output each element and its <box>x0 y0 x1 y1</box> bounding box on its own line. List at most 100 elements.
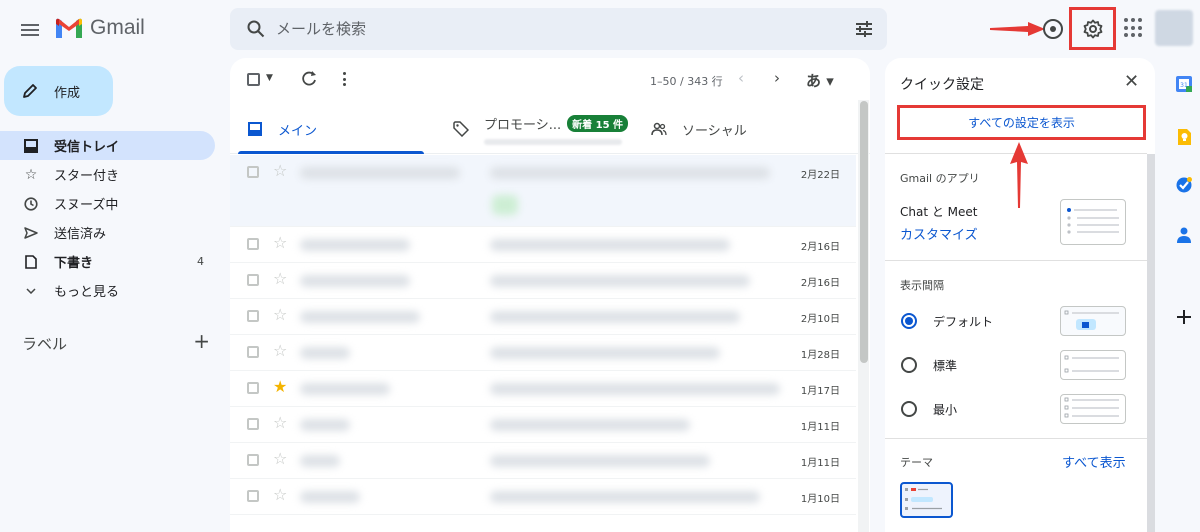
mail-list-panel: ▼ 1–50 / 343 行 ‹ › あ ▾ メイン プロモーシ... 新着 1… <box>230 58 870 532</box>
sidebar-item-label: 下書き <box>54 256 94 271</box>
tab-social[interactable]: ソーシャル <box>640 104 840 154</box>
tasks-icon[interactable] <box>1175 176 1193 194</box>
mail-row[interactable]: ☆ 1月28日 <box>230 335 856 371</box>
help-icon[interactable] <box>1042 18 1064 40</box>
people-icon <box>650 120 668 138</box>
star-toggle-icon[interactable]: ☆ <box>273 485 287 504</box>
mail-toolbar: ▼ 1–50 / 343 行 ‹ › あ ▾ <box>230 58 870 102</box>
see-all-settings-button[interactable]: すべての設定を表示 <box>897 105 1146 140</box>
row-checkbox[interactable] <box>247 490 259 502</box>
select-all-checkbox[interactable] <box>247 73 260 86</box>
row-checkbox[interactable] <box>247 274 259 286</box>
draft-icon <box>22 253 40 271</box>
density-default-radio[interactable] <box>901 313 917 329</box>
apps-heading: Gmail のアプリ <box>900 172 980 185</box>
attachment-redacted <box>492 195 518 215</box>
gmail-logo[interactable]: Gmail <box>55 16 145 40</box>
sidebar-item-starred[interactable]: ☆ スター付き <box>0 160 215 189</box>
mail-list-scrollbar-thumb[interactable] <box>860 101 868 363</box>
row-checkbox[interactable] <box>247 418 259 430</box>
mail-row[interactable]: ☆ 1月10日 <box>230 479 856 515</box>
search-input[interactable] <box>276 20 841 38</box>
sidebar-item-label: 受信トレイ <box>54 140 120 155</box>
row-checkbox[interactable] <box>247 310 259 322</box>
subject-redacted <box>490 419 690 431</box>
account-avatar[interactable] <box>1155 10 1193 46</box>
labels-heading: ラベル <box>22 335 68 353</box>
row-checkbox[interactable] <box>247 454 259 466</box>
star-toggle-icon[interactable]: ☆ <box>273 305 287 324</box>
sidebar-item-inbox[interactable]: 受信トレイ <box>0 131 215 160</box>
contacts-icon[interactable] <box>1175 226 1193 244</box>
quick-settings-scrollbar[interactable] <box>1147 154 1155 532</box>
sidebar-item-sent[interactable]: 送信済み <box>0 218 215 247</box>
search-options-icon[interactable] <box>841 8 887 50</box>
input-language-button[interactable]: あ ▾ <box>806 70 834 91</box>
star-toggle-icon[interactable]: ☆ <box>273 341 287 360</box>
star-toggle-icon[interactable]: ☆ <box>273 161 287 180</box>
star-toggle-icon[interactable]: ☆ <box>273 233 287 252</box>
density-comfortable-radio[interactable] <box>901 357 917 373</box>
mail-row[interactable]: ☆ 2月16日 <box>230 263 856 299</box>
density-compact-radio[interactable] <box>901 401 917 417</box>
tab-label: メイン <box>278 123 318 139</box>
star-toggle-icon[interactable]: ☆ <box>273 269 287 288</box>
new-count-badge: 新着 15 件 <box>567 114 629 132</box>
sender-redacted <box>300 455 340 467</box>
row-checkbox[interactable] <box>247 346 259 358</box>
divider <box>885 260 1147 261</box>
density-comfortable-thumbnail <box>1060 350 1126 380</box>
close-icon[interactable]: ✕ <box>1124 71 1139 92</box>
star-toggle-icon[interactable]: ★ <box>273 377 287 396</box>
calendar-icon[interactable]: 31 <box>1175 75 1193 93</box>
star-toggle-icon[interactable]: ☆ <box>273 413 287 432</box>
prev-page-icon[interactable]: ‹ <box>738 69 744 87</box>
add-addon-icon[interactable] <box>1175 308 1193 326</box>
sidebar-nav: 受信トレイ ☆ スター付き スヌーズ中 送信済み 下書き 4 もっと見る <box>0 131 215 305</box>
star-toggle-icon[interactable]: ☆ <box>273 449 287 468</box>
mail-row[interactable]: ☆ 2月22日 <box>230 155 856 227</box>
mail-row[interactable]: ★ 1月17日 <box>230 371 856 407</box>
hamburger-icon <box>21 24 39 36</box>
mail-row[interactable]: ☆ 2月10日 <box>230 299 856 335</box>
density-compact-thumbnail <box>1060 394 1126 424</box>
row-checkbox[interactable] <box>247 238 259 250</box>
google-apps-icon[interactable] <box>1124 18 1144 38</box>
chat-meet-preview-thumbnail <box>1060 199 1126 245</box>
search-bar[interactable] <box>230 8 887 50</box>
sidebar-item-drafts[interactable]: 下書き 4 <box>0 247 215 276</box>
tab-promotions-body: プロモーシ... 新着 15 件 <box>484 114 629 145</box>
subject-redacted <box>490 167 770 179</box>
sender-redacted <box>300 419 350 431</box>
search-icon[interactable] <box>236 8 276 50</box>
add-label-button[interactable]: + <box>193 331 210 354</box>
row-checkbox[interactable] <box>247 382 259 394</box>
keep-icon[interactable] <box>1175 128 1193 146</box>
compose-button[interactable]: 作成 <box>4 66 113 116</box>
settings-button[interactable] <box>1069 7 1116 50</box>
side-panel-rail: 31 <box>1168 58 1200 532</box>
row-checkbox[interactable] <box>247 166 259 178</box>
gear-icon <box>1083 19 1102 38</box>
compose-label: 作成 <box>54 85 81 101</box>
select-caret-icon[interactable]: ▼ <box>266 73 273 83</box>
mail-row[interactable]: ☆ 1月11日 <box>230 407 856 443</box>
mail-row[interactable]: ☆ 1月11日 <box>230 443 856 479</box>
sidebar-item-more[interactable]: もっと見る <box>0 276 215 305</box>
more-options-icon[interactable] <box>340 70 348 88</box>
sidebar-item-snoozed[interactable]: スヌーズ中 <box>0 189 215 218</box>
tab-promotions-preview <box>484 138 622 145</box>
mail-row[interactable]: ☆ 2月16日 <box>230 227 856 263</box>
theme-default-thumbnail[interactable] <box>900 482 953 518</box>
star-icon: ☆ <box>24 166 38 183</box>
main-menu-button[interactable] <box>14 14 46 46</box>
subject-redacted <box>490 311 740 323</box>
tab-promotions[interactable]: プロモーシ... 新着 15 件 <box>440 104 640 154</box>
category-tabs: メイン プロモーシ... 新着 15 件 ソーシャル <box>230 104 870 154</box>
customize-link[interactable]: カスタマイズ <box>900 224 978 243</box>
sidebar-item-label: スター付き <box>54 169 120 184</box>
tab-primary[interactable]: メイン <box>230 104 440 154</box>
theme-see-all-link[interactable]: すべて表示 <box>1062 452 1126 471</box>
next-page-icon[interactable]: › <box>774 69 780 87</box>
refresh-icon[interactable] <box>299 69 319 89</box>
